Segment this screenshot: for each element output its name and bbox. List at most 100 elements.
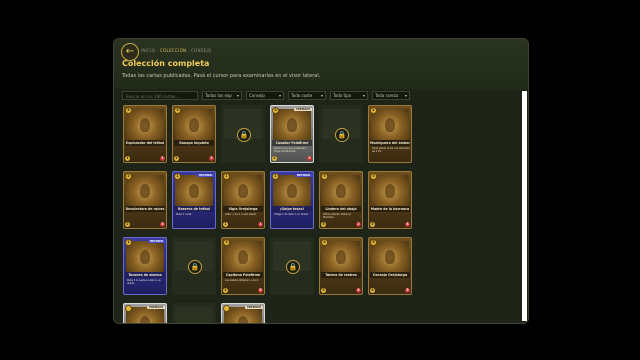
collection-card[interactable]: 3 PREMIUM Cazador Palafirme Aliado a los qu… <box>270 105 314 163</box>
breadcrumb-home[interactable]: INICIO <box>141 48 155 53</box>
lock-icon: 🔒 <box>237 128 251 142</box>
card-name: Madre de la barranca <box>370 206 410 212</box>
cost-filter[interactable]: Todo coste <box>288 91 326 100</box>
card-attack: 3 <box>321 222 326 227</box>
card-health: 4 <box>405 222 410 227</box>
collection-card[interactable]: 4 Tanera de rostros 3 4 <box>319 237 363 295</box>
card-frame: 2 Recolectora de raíces 2 3 <box>123 171 167 229</box>
card-attack: 4 <box>370 288 375 293</box>
lock-icon: 🔒 <box>286 260 300 274</box>
locked-card-back: 🔒 <box>221 105 265 163</box>
card-frame: 1 HECHIZO Reserva de trébol Roba 1 carta. <box>172 171 216 229</box>
card-frame: 3 Capitana Palafirme Los aliados obtienen … <box>221 237 265 295</box>
card-attack: 1 <box>223 222 228 227</box>
card-cost: 1 <box>174 173 181 180</box>
type-filter[interactable]: Todo tipo <box>330 91 368 100</box>
card-art <box>175 109 213 140</box>
breadcrumb-sub: CONSEJO <box>191 48 212 53</box>
card-cost: 3 <box>370 173 377 180</box>
collection-card[interactable]: 1 HECHIZO Reserva de trébol Roba 1 carta. <box>172 171 216 229</box>
page-title: Colección completa <box>122 59 210 68</box>
locked-card-art <box>175 307 213 323</box>
card-art <box>126 109 164 140</box>
card-cost: 5 <box>370 239 377 246</box>
card-name: Madriguera del ámbar <box>370 140 410 146</box>
card-name: Consejo Orejalarga <box>370 272 410 278</box>
card-attack: 2 <box>174 156 179 161</box>
card-badge: HECHIZO <box>196 174 214 177</box>
card-frame: 3 PREMIUM Cazador Palafirme Aliado a los qu… <box>270 105 314 163</box>
card-frame: 1 HECHIZO Tocones de alarma Roba 1 si vuelv… <box>123 237 167 295</box>
rarity-filter[interactable]: Toda rareza <box>372 91 410 100</box>
card-art <box>273 109 311 140</box>
card-frame: 1 HECHIZO ¡Golpe tosco! Inflige 1 de daño a… <box>270 171 314 229</box>
card-health: 3 <box>160 222 165 227</box>
card-description: Aliado a los que sustentan: Hojas de Bal… <box>274 147 307 153</box>
collection-card[interactable]: 3 Explorador del trébol 1 1 <box>123 105 167 163</box>
collection-card[interactable]: 2 Recolectora de raíces 2 3 <box>123 171 167 229</box>
card-health: 5 <box>258 288 263 293</box>
filter-toolbar: Buscar en las 280 cartas... Todas las ex… <box>122 91 518 101</box>
card-health: 1 <box>160 156 165 161</box>
card-badge: HECHIZO <box>147 240 165 243</box>
collection-card[interactable]: 3 Lindero del abajo Último aliento: Roba u… <box>319 171 363 229</box>
scrollbar[interactable] <box>522 91 527 321</box>
expansion-filter[interactable]: Todas las exp <box>202 91 242 100</box>
panel-header: ← INICIO · COLECCIÓN · CONSEJO Colección… <box>114 39 528 89</box>
card-art <box>371 241 409 272</box>
breadcrumb-current[interactable]: COLECCIÓN <box>160 48 186 53</box>
card-attack: 3 <box>321 288 326 293</box>
card-health: 2 <box>356 222 361 227</box>
faction-filter[interactable]: Consejo <box>246 91 284 100</box>
card-art <box>175 175 213 206</box>
collection-card[interactable]: 3 Madre de la barranca 3 4 <box>368 171 412 229</box>
card-frame: PREMIUM <box>221 303 265 323</box>
card-description: Los aliados obtienen +1/+1. <box>225 279 259 282</box>
locked-card-back: 🔒 <box>270 237 314 295</box>
locked-card[interactable]: 🔒 <box>221 105 265 163</box>
card-description: Cada aliado entra con Voluntad de 1 PV. <box>372 147 410 153</box>
locked-card[interactable]: 🔒 <box>270 237 314 295</box>
card-attack: 2 <box>272 156 277 161</box>
card-frame: 3 Ganapo inquieto 2 2 <box>172 105 216 163</box>
arrow-left-icon: ← <box>125 46 135 57</box>
card-description: Roba 1 si vuelve a aliar a un aliado. <box>127 279 161 285</box>
collection-card[interactable]: 1 HECHIZO Tocones de alarma Roba 1 si vuelv… <box>123 237 167 295</box>
locked-card[interactable]: 🔒 <box>319 105 363 163</box>
card-badge: PREMIUM <box>294 108 312 111</box>
breadcrumb: INICIO · COLECCIÓN · CONSEJO <box>141 48 211 53</box>
card-cost: 2 <box>125 173 132 180</box>
card-frame: 2 Madriguera del ámbar Cada aliado entra c… <box>368 105 412 163</box>
locked-card-back: 🔒 <box>172 303 216 323</box>
card-health: 1 <box>258 222 263 227</box>
card-description: Inflige 1 de daño a un aliado. <box>274 213 309 216</box>
card-art <box>126 175 164 206</box>
collection-card[interactable]: 3 Ganapo inquieto 2 2 <box>172 105 216 163</box>
collection-card[interactable]: 2 Madriguera del ámbar Cada aliado entra c… <box>368 105 412 163</box>
card-art <box>371 175 409 206</box>
card-cost <box>223 305 230 312</box>
card-frame: 3 Explorador del trébol 1 1 <box>123 105 167 163</box>
search-input[interactable]: Buscar en las 280 cartas... <box>122 91 198 100</box>
collection-card[interactable]: PREMIUM <box>123 303 167 323</box>
locked-card[interactable]: 🔒 <box>172 303 216 323</box>
card-name: Ganapo inquieto <box>174 140 214 146</box>
collection-panel: ← INICIO · COLECCIÓN · CONSEJO Colección… <box>113 38 529 324</box>
collection-card[interactable]: 1 HECHIZO ¡Golpe tosco! Inflige 1 de daño a… <box>270 171 314 229</box>
card-badge: PREMIUM <box>245 306 263 309</box>
card-name: Explorador del trébol <box>125 140 165 146</box>
collection-card[interactable]: 5 Consejo Orejalarga 4 5 <box>368 237 412 295</box>
collection-card[interactable]: 3 Capitana Palafirme Los aliados obtienen … <box>221 237 265 295</box>
card-frame: PREMIUM <box>123 303 167 323</box>
card-cost: 3 <box>321 173 328 180</box>
card-attack: 3 <box>370 222 375 227</box>
locked-card[interactable]: 🔒 <box>172 237 216 295</box>
card-name: Vigía Orejalarga <box>223 206 263 212</box>
card-attack: 2 <box>125 222 130 227</box>
collection-card[interactable]: PREMIUM <box>221 303 265 323</box>
card-frame: 3 Lindero del abajo Último aliento: Roba u… <box>319 171 363 229</box>
collection-card[interactable]: 1 Vigía Orejalarga Grito: +1/+1 a otro ali… <box>221 171 265 229</box>
card-art <box>371 109 409 140</box>
lock-icon: 🔒 <box>188 260 202 274</box>
card-attack: 2 <box>223 288 228 293</box>
